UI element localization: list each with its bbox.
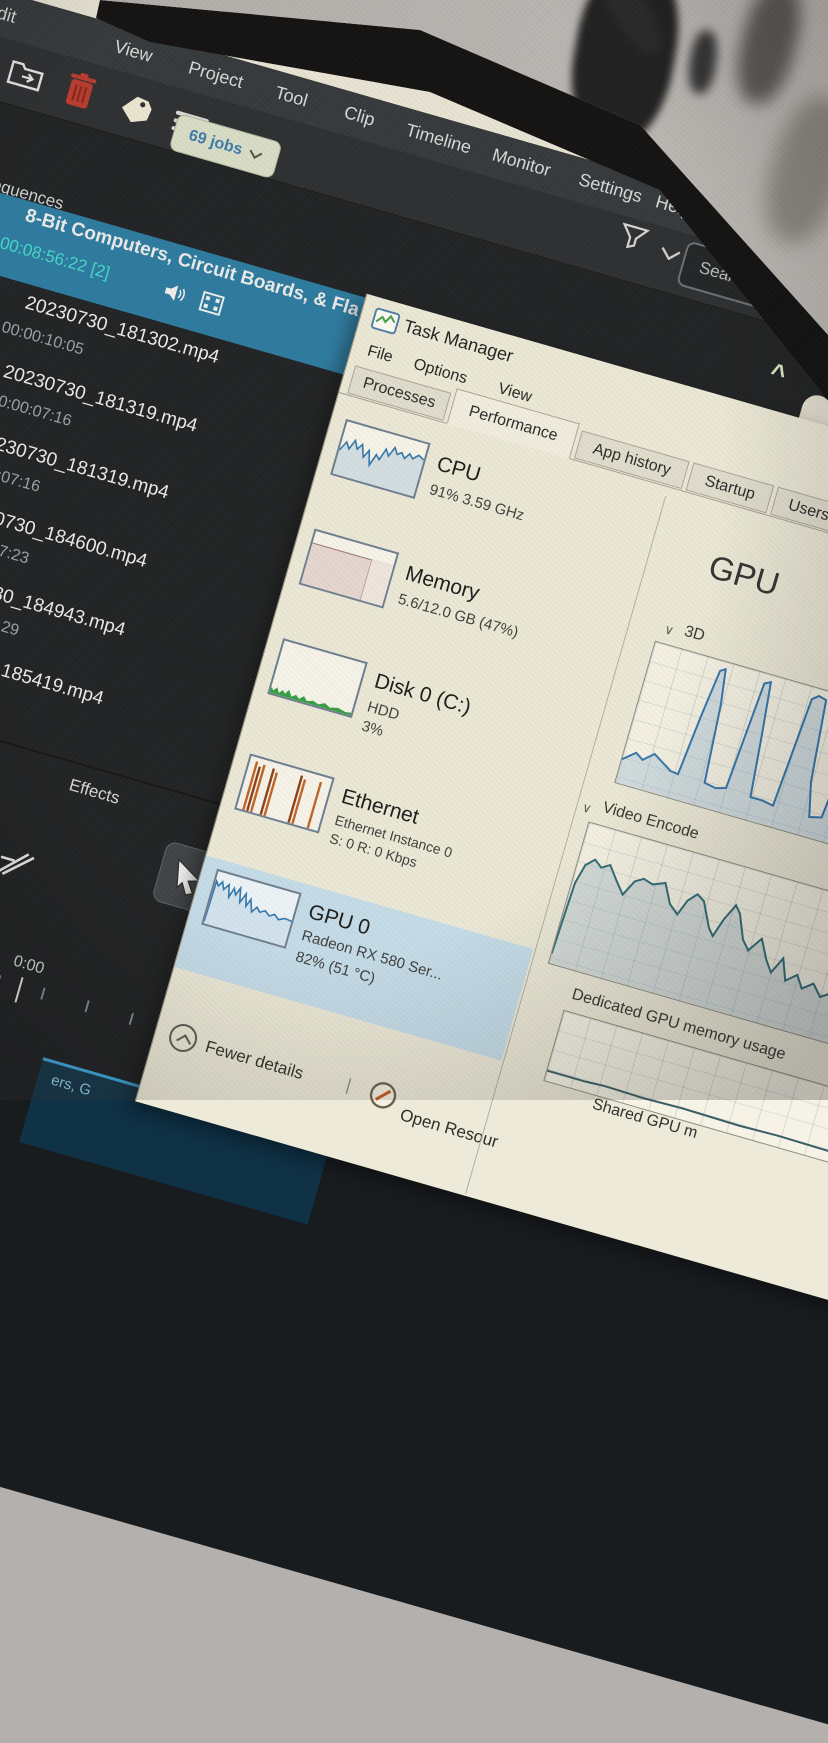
tm-menu-file[interactable]: File <box>365 343 395 367</box>
tab-effects[interactable]: Effects <box>67 775 122 808</box>
chevron-down-icon[interactable]: ∨ <box>662 621 676 639</box>
gpu-panel-heading: GPU <box>704 548 783 604</box>
footer-separator: | <box>344 1075 354 1095</box>
cable-blob <box>686 29 721 96</box>
task-manager-icon <box>370 307 401 335</box>
clip-name[interactable]: 20230730_184943.mp4 <box>0 565 128 641</box>
clip-duration: 29 <box>0 618 21 640</box>
clip-name[interactable]: 20230730_181319.mp4 <box>1 361 200 437</box>
resource-monitor-icon[interactable] <box>366 1078 401 1113</box>
memory-graph-thumbnail[interactable] <box>299 529 400 609</box>
cpu-stats: 91% 3.59 GHz <box>428 481 526 524</box>
disk-usage: 3% <box>360 718 386 740</box>
perf-item-cpu[interactable]: CPU <box>434 452 483 487</box>
pole-blob <box>753 88 828 251</box>
tab-startup[interactable]: Startup <box>686 462 775 513</box>
fewer-details-chevron-icon[interactable] <box>166 1021 201 1056</box>
menu-project[interactable]: Project <box>186 57 246 93</box>
menu-monitor[interactable]: Monitor <box>490 144 553 181</box>
chevron-down-icon <box>247 148 263 161</box>
cpu-graph-thumbnail[interactable] <box>330 419 431 499</box>
chevron-down-icon[interactable]: ∨ <box>580 799 594 817</box>
disk-graph-thumbnail[interactable] <box>267 638 368 718</box>
open-resource-monitor-button[interactable]: Open Resour <box>398 1105 501 1152</box>
gpu-3d-label[interactable]: 3D <box>682 623 707 646</box>
monitor-screen: p 60 fps - Kdenlive Edit View Project To… <box>0 0 828 1743</box>
ethernet-graph-thumbnail[interactable] <box>234 753 335 833</box>
menu-clip[interactable]: Clip <box>342 102 378 131</box>
tab-users[interactable]: Users <box>770 487 828 535</box>
fewer-details-button[interactable]: Fewer details <box>203 1037 306 1084</box>
jobs-badge-label: 69 jobs <box>186 127 244 160</box>
menu-tool[interactable]: Tool <box>272 82 310 111</box>
razor-tool-icon[interactable] <box>0 842 39 886</box>
tab-app-history[interactable]: App history <box>574 430 690 489</box>
stand-blob <box>728 0 811 110</box>
menu-edit[interactable]: Edit <box>0 0 19 28</box>
gpu-video-encode-chart <box>548 821 828 1044</box>
ruler-timecode: 0:00 <box>11 953 46 979</box>
clip-name[interactable]: 20230730_185419.mp4 <box>0 634 106 710</box>
timeline-clip-label: ers, G <box>49 1072 93 1100</box>
collapse-caret-icon[interactable]: ^ <box>766 357 789 391</box>
menu-timeline[interactable]: Timeline <box>403 120 474 159</box>
